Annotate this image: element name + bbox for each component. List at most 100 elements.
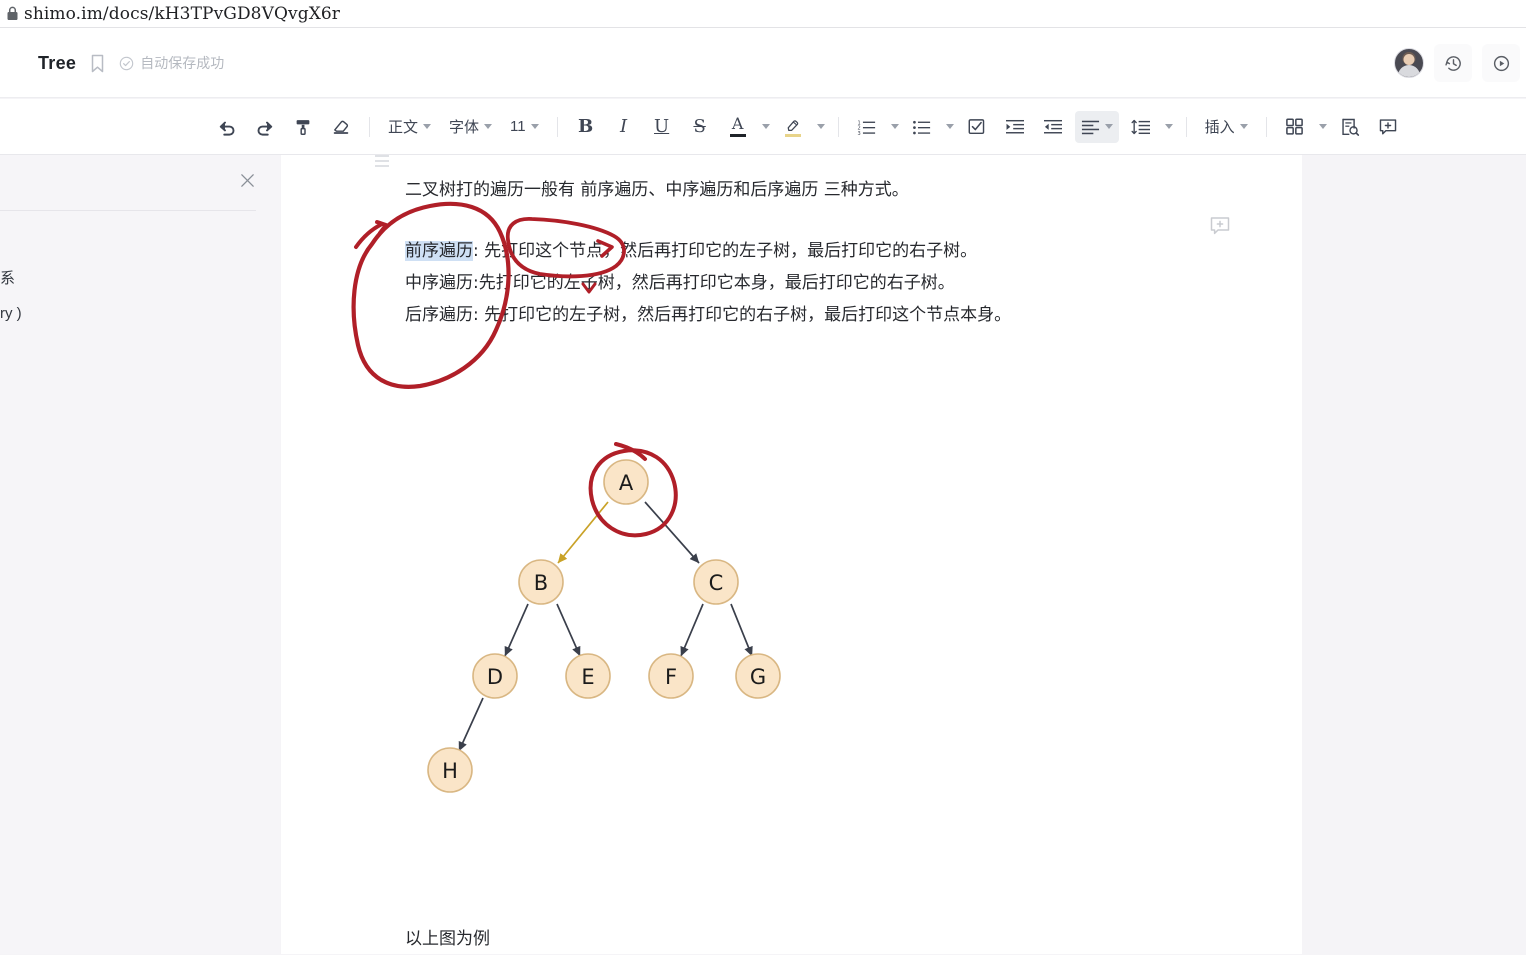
- chevron-down-icon: [762, 124, 771, 129]
- avatar[interactable]: [1394, 48, 1424, 78]
- chevron-down-icon: [891, 124, 900, 129]
- browser-url-bar[interactable]: shimo.im/docs/kH3TPvGD8VQvgX6r: [0, 0, 1526, 28]
- insert-label: 插入: [1204, 119, 1235, 136]
- find-icon[interactable]: [1334, 111, 1366, 143]
- text-color-swatch: [729, 134, 746, 137]
- tree-node-D[interactable]: D: [472, 653, 518, 699]
- document-header: Tree 自动保存成功: [0, 28, 1526, 98]
- lock-icon: [0, 6, 24, 21]
- table-dropdown[interactable]: [1314, 111, 1328, 143]
- toolbar-divider: [556, 116, 558, 137]
- font-size-label: 11: [510, 118, 526, 135]
- insert-menu[interactable]: 插入: [1199, 111, 1254, 143]
- tree-node-E[interactable]: E: [565, 653, 611, 699]
- right-gutter: [1302, 155, 1526, 954]
- toolbar-divider: [837, 116, 839, 137]
- tree-node-G[interactable]: G: [735, 653, 781, 699]
- chevron-down-icon: [1104, 124, 1113, 129]
- binary-tree-diagram[interactable]: A B C D E F G H: [411, 420, 831, 810]
- paragraph-style-select[interactable]: 正文: [382, 111, 437, 143]
- left-outline-panel: 系 ry ): [0, 155, 280, 954]
- chevron-down-icon: [423, 124, 432, 129]
- paragraph-style-label: 正文: [388, 119, 419, 136]
- text-color-label: A: [731, 114, 744, 133]
- checklist-icon[interactable]: [961, 111, 993, 143]
- align-left-button[interactable]: [1074, 110, 1119, 143]
- eraser-icon[interactable]: [325, 111, 357, 143]
- tree-nodes: A B C D E F G H: [427, 459, 781, 793]
- edge-C-G: [730, 603, 753, 657]
- tree-node-A[interactable]: A: [603, 459, 649, 505]
- format-painter-icon[interactable]: [287, 111, 319, 143]
- line-height-icon[interactable]: [1125, 111, 1157, 143]
- outdent-icon[interactable]: [1037, 111, 1069, 143]
- ordered-list-dropdown[interactable]: [886, 111, 900, 143]
- strikethrough-button[interactable]: S: [684, 111, 716, 143]
- tree-node-B[interactable]: B: [518, 559, 564, 605]
- toolbar-divider: [1185, 116, 1187, 137]
- edge-A-B: [557, 501, 609, 564]
- toolbar-divider: [369, 116, 370, 137]
- text-color-button[interactable]: A: [722, 111, 754, 143]
- bookmark-icon[interactable]: [90, 54, 105, 73]
- bullet-list-dropdown[interactable]: [941, 111, 955, 143]
- tree-node-H[interactable]: H: [427, 747, 473, 793]
- add-comment-icon[interactable]: [1372, 111, 1404, 143]
- paragraph-intro[interactable]: 二叉树打的遍历一般有 前序遍历、中序遍历和后序遍历 三种方式。: [405, 174, 909, 206]
- redo-icon[interactable]: [249, 111, 281, 143]
- autosave-label: 自动保存成功: [140, 55, 225, 71]
- align-left-icon: [1081, 120, 1099, 134]
- svg-text:3: 3: [857, 131, 860, 136]
- bullet-list-icon[interactable]: [906, 111, 938, 143]
- text-color-dropdown[interactable]: [757, 111, 771, 143]
- chevron-down-icon: [484, 124, 493, 129]
- url-text: shimo.im/docs/kH3TPvGD8VQvgX6r: [24, 3, 341, 24]
- edge-A-C: [644, 501, 700, 564]
- svg-text:B: B: [534, 571, 548, 595]
- chevron-down-icon: [946, 124, 955, 129]
- history-icon[interactable]: [1434, 44, 1472, 82]
- paragraph-preorder[interactable]: 前序遍历: 先打印这个节点，然后再打印它的左子树，最后打印它的右子树。: [405, 235, 977, 267]
- edge-B-D: [504, 603, 529, 657]
- strike-label: S: [693, 116, 706, 137]
- add-comment-icon[interactable]: [1209, 215, 1231, 242]
- chevron-down-icon: [1319, 124, 1328, 129]
- highlight-dropdown[interactable]: [812, 111, 826, 143]
- line-height-dropdown[interactable]: [1160, 111, 1174, 143]
- tree-node-C[interactable]: C: [693, 559, 739, 605]
- font-family-select[interactable]: 字体: [443, 111, 498, 143]
- underline-button[interactable]: U: [646, 111, 678, 143]
- tree-node-F[interactable]: F: [648, 653, 694, 699]
- paragraph-postorder[interactable]: 后序遍历: 先打印它的左子树，然后再打印它的右子树，最后打印这个节点本身。: [405, 299, 1011, 331]
- editor-toolbar: 正文 字体 11 B I U S A 1 2 3 插入: [0, 99, 1526, 155]
- drawer-header: [0, 155, 280, 210]
- page-title[interactable]: Tree: [38, 53, 76, 74]
- svg-text:H: H: [442, 759, 458, 783]
- paragraph-caption[interactable]: 以上图为例: [405, 923, 490, 955]
- italic-button[interactable]: I: [608, 111, 640, 143]
- indent-icon[interactable]: [999, 111, 1031, 143]
- drag-handle-icon[interactable]: [375, 155, 389, 167]
- drawer-text-line-2[interactable]: ry ): [0, 305, 22, 322]
- edge-C-F: [680, 603, 704, 657]
- font-size-select[interactable]: 11: [504, 111, 545, 143]
- bold-button[interactable]: B: [570, 111, 602, 143]
- document-page[interactable]: 二叉树打的遍历一般有 前序遍历、中序遍历和后序遍历 三种方式。 前序遍历: 先打…: [281, 155, 1302, 954]
- drawer-divider: [0, 210, 256, 211]
- table-icon[interactable]: [1279, 111, 1311, 143]
- toolbar-divider: [1265, 116, 1267, 137]
- ordered-list-icon[interactable]: 1 2 3: [851, 111, 883, 143]
- svg-text:G: G: [750, 665, 766, 689]
- drawer-text-line-1[interactable]: 系: [0, 267, 15, 288]
- undo-icon[interactable]: [211, 111, 243, 143]
- play-circle-icon[interactable]: [1482, 44, 1520, 82]
- svg-text:A: A: [619, 471, 634, 495]
- chevron-down-icon: [1165, 124, 1174, 129]
- selected-text: 前序遍历: [405, 241, 473, 261]
- svg-text:C: C: [709, 571, 724, 595]
- paragraph-inorder[interactable]: 中序遍历:先打印它的左子树，然后再打印它本身，最后打印它的右子树。: [405, 267, 955, 299]
- autosave-status: 自动保存成功: [119, 53, 224, 73]
- highlight-button[interactable]: [777, 111, 809, 143]
- chevron-down-icon: [817, 124, 826, 129]
- close-icon[interactable]: [239, 172, 256, 194]
